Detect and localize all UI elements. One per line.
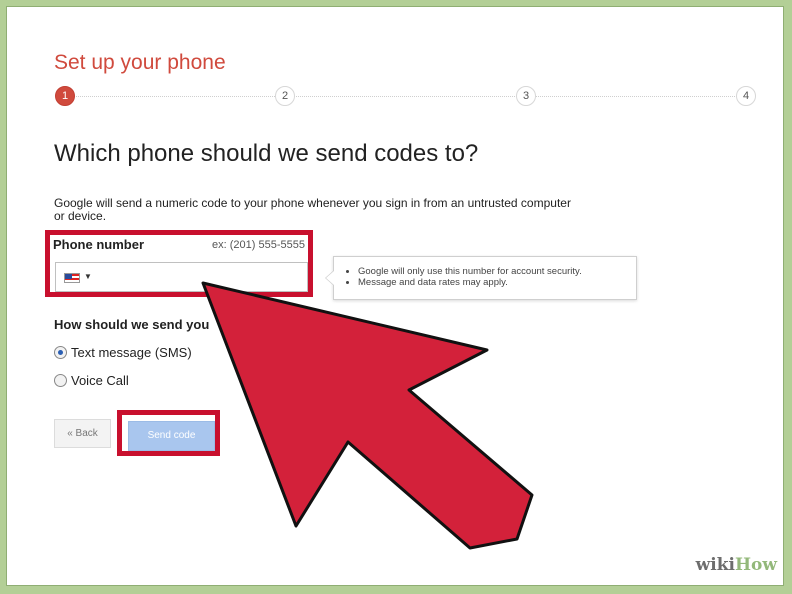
screenshot-frame: Set up your phone 1 2 3 4 Which phone sh… [6,6,784,586]
step-3-indicator: 3 [516,86,536,106]
radio-label-sms: Text message (SMS) [71,345,192,360]
tooltip-item: Google will only use this number for acc… [358,266,636,277]
wikihow-watermark: wikiHow [696,555,777,575]
tooltip-item: Message and data rates may apply. [358,277,636,288]
phone-highlight-box [45,230,313,297]
radio-option-voice[interactable]: Voice Call [54,373,129,388]
radio-option-sms[interactable]: Text message (SMS) [54,345,192,360]
description-text: Google will send a numeric code to your … [54,196,571,223]
phone-info-tooltip: Google will only use this number for acc… [325,256,637,300]
watermark-wiki: wiki [695,555,735,575]
step-4-indicator: 4 [736,86,756,106]
radio-button-selected[interactable] [54,346,67,359]
main-heading: Which phone should we send codes to? [54,140,479,167]
step-2-indicator: 2 [275,86,295,106]
back-button[interactable]: « Back [54,419,111,448]
step-1-indicator: 1 [55,86,75,106]
send-highlight-box [117,410,220,456]
page-title: Set up your phone [54,51,226,74]
send-method-label: How should we send you [54,317,210,332]
step-progress-line [67,96,747,98]
radio-button[interactable] [54,374,67,387]
arrow-shape [201,281,534,550]
watermark-how: How [734,555,777,575]
radio-label-voice: Voice Call [71,373,129,388]
